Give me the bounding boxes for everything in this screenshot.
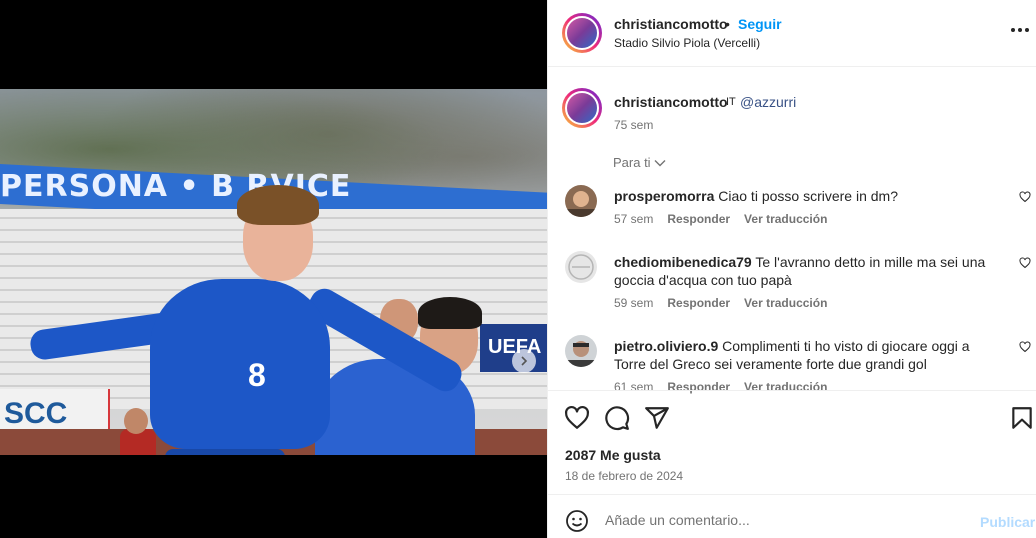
emoji-icon[interactable] [565, 509, 589, 533]
author-avatar[interactable] [562, 13, 602, 53]
comment-body: Ciao ti posso scrivere in dm? [718, 188, 898, 204]
commenter-avatar[interactable] [565, 185, 597, 217]
comment-time: 57 sem [614, 212, 654, 226]
caption-mention-link[interactable]: @azzurri [740, 94, 796, 110]
publish-button[interactable]: Publicar [980, 514, 1035, 530]
caption-flag: IT [726, 96, 736, 108]
reply-button[interactable]: Responder [667, 212, 730, 226]
post-location[interactable]: Stadio Silvio Piola (Vercelli) [614, 36, 760, 50]
translate-button[interactable]: Ver traducción [744, 212, 827, 226]
caption-username[interactable]: christiancomotto [614, 94, 728, 110]
chevron-right-icon [521, 356, 528, 366]
avatar-image [565, 91, 599, 125]
comment-text: prosperomorra Ciao ti posso scrivere in … [614, 187, 994, 205]
commenter-avatar[interactable] [565, 335, 597, 367]
comment-username[interactable]: chediomibenedica79 [614, 254, 752, 270]
comment-text: chediomibenedica79 Te l'avranno detto in… [614, 253, 994, 289]
share-icon[interactable] [644, 405, 670, 431]
avatar-image [565, 185, 597, 217]
photo-player-body [150, 279, 330, 449]
photo-jersey-number: 8 [248, 357, 266, 393]
avatar-image [565, 16, 599, 50]
comment-like-icon[interactable] [1019, 191, 1031, 203]
avatar-image [565, 251, 597, 283]
caption-avatar[interactable] [562, 88, 602, 128]
comment-meta: 57 sem Responder Ver traducción [614, 212, 841, 226]
comment-text: pietro.oliviero.9 Complimenti ti ho vist… [614, 337, 994, 373]
photo-player-hair [237, 185, 319, 225]
commenter-avatar[interactable] [565, 251, 597, 283]
comment-icon[interactable] [604, 405, 630, 431]
photo-sponsor-text: SCC [4, 397, 68, 430]
avatar-image [565, 335, 597, 367]
post-photo[interactable]: PERSONA • B RVICE SCC UEFA 8 [0, 89, 547, 455]
comment-time: 59 sem [614, 296, 654, 310]
more-options-icon [1011, 28, 1029, 32]
comment-meta: 59 sem Responder Ver traducción [614, 296, 841, 310]
chevron-down-icon [654, 160, 666, 167]
comment-sort-dropdown[interactable]: Para ti [613, 155, 666, 170]
likes-count[interactable]: 2087 Me gusta [565, 447, 661, 463]
reply-button[interactable]: Responder [667, 296, 730, 310]
comment-like-icon[interactable] [1019, 341, 1031, 353]
photo-player-shorts [165, 449, 285, 455]
post-actions: 2087 Me gusta 18 de febrero de 2024 [548, 390, 1036, 495]
add-comment-bar: Publicar [548, 495, 1036, 538]
post-media: PERSONA • B RVICE SCC UEFA 8 [0, 0, 547, 538]
comment-username[interactable]: pietro.oliviero.9 [614, 338, 718, 354]
post-header: christiancomotto • Seguir Stadio Silvio … [548, 0, 1036, 67]
carousel-next-button[interactable] [512, 349, 536, 373]
more-options-button[interactable] [1010, 22, 1030, 33]
post-side-panel: christiancomotto • Seguir Stadio Silvio … [547, 0, 1036, 538]
comment-like-icon[interactable] [1019, 257, 1031, 269]
translate-button[interactable]: Ver traducción [744, 296, 827, 310]
follow-button[interactable]: Seguir [738, 16, 782, 32]
photo-opponent-head [124, 408, 148, 434]
comment-input[interactable] [605, 509, 965, 531]
save-icon[interactable] [1009, 405, 1035, 431]
sort-label: Para ti [613, 155, 651, 170]
like-icon[interactable] [564, 405, 590, 431]
header-separator: • [725, 16, 730, 32]
author-username[interactable]: christiancomotto [614, 16, 728, 32]
photo-teammate-hair [418, 297, 482, 329]
caption-time: 75 sem [614, 118, 654, 132]
post-date: 18 de febrero de 2024 [565, 469, 684, 483]
comment-username[interactable]: prosperomorra [614, 188, 714, 204]
